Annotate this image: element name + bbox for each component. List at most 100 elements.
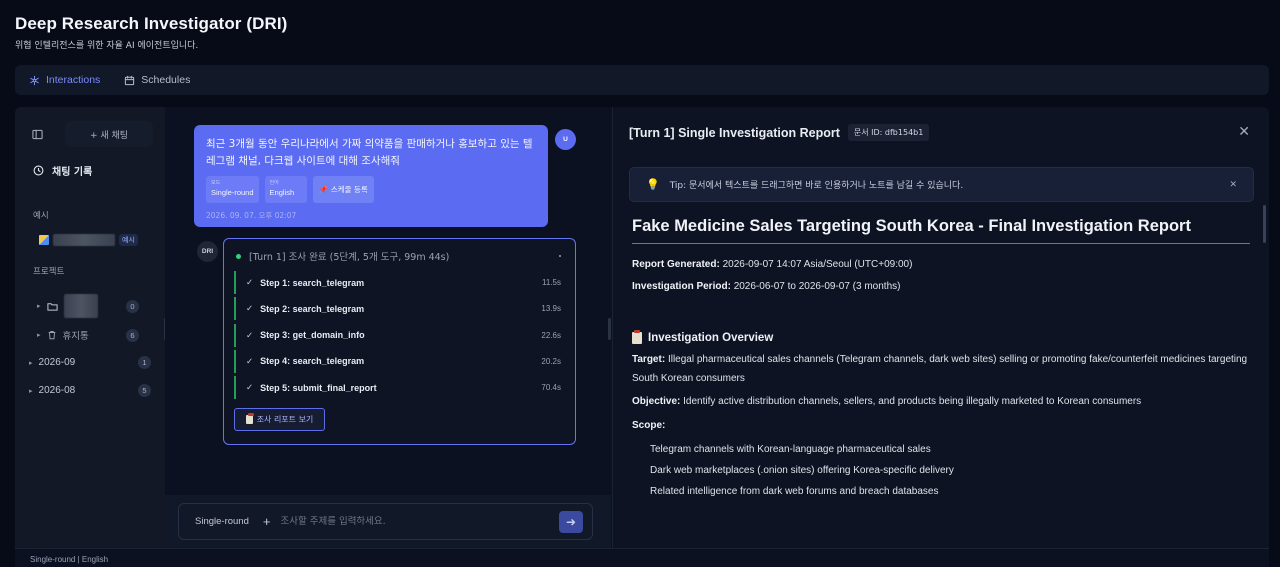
redacted-title — [53, 234, 115, 246]
pane-resize-handle[interactable] — [608, 318, 611, 340]
new-chat-button[interactable]: + 새 채팅 — [65, 121, 153, 147]
collapse-icon[interactable] — [559, 255, 561, 257]
user-avatar: U — [555, 129, 576, 150]
report-title: Fake Medicine Sales Targeting South Kore… — [632, 217, 1250, 244]
sidebar-item-trash[interactable]: ▸ 휴지통 6 — [37, 328, 151, 342]
step-list: ✓ Step 1: search_telegram 11.5s ✓ Step 2… — [234, 271, 565, 400]
sidebar-item-example[interactable]: 예시 — [39, 232, 143, 248]
chip-value: English — [269, 188, 295, 197]
agent-avatar: DRI — [197, 241, 218, 262]
report-body: Fake Medicine Sales Targeting South Kore… — [632, 217, 1250, 502]
sidebar-item-month[interactable]: ▸ 2026-09 1 — [29, 356, 151, 369]
check-icon: ✓ — [246, 303, 254, 314]
tab-schedules[interactable]: Schedules — [124, 74, 190, 86]
step-duration: 22.6s — [541, 330, 561, 340]
main-tabbar: Interactions Schedules — [15, 65, 1269, 95]
sidebar-item-month[interactable]: ▸ 2026-08 5 — [29, 384, 151, 397]
chat-input[interactable] — [280, 516, 559, 527]
step-label: Step 5: submit_final_report — [260, 382, 377, 393]
investigation-period: Investigation Period: 2026-06-07 to 2026… — [632, 281, 1250, 292]
mode-selector[interactable]: Single-round — [195, 516, 249, 527]
report-header-title: [Turn 1] Single Investigation Report — [629, 125, 840, 140]
step-duration: 13.9s — [541, 304, 561, 314]
sidebar: + 새 채팅 채팅 기록 예시 예시 프로젝트 ▸ 0 ▸ 휴지통 6 ▸ 20 — [15, 107, 165, 548]
month-label: 2026-08 — [38, 385, 76, 396]
chat-history-label: 채팅 기록 — [52, 167, 93, 178]
app-header: Deep Research Investigator (DRI) 위협 인텔리전… — [15, 14, 287, 51]
step-item[interactable]: ✓ Step 1: search_telegram 11.5s — [234, 271, 565, 294]
clipboard-icon — [632, 330, 642, 344]
schedule-button-label: 스케줄 등록 — [330, 185, 368, 194]
meta-label: Investigation Period: — [632, 281, 731, 292]
meta-label: Report Generated: — [632, 259, 720, 270]
tab-interactions[interactable]: Interactions — [29, 74, 100, 86]
language-chip: 언어 English — [264, 176, 307, 203]
chevron-right-icon: ▸ — [37, 303, 41, 310]
agent-response-card: [Turn 1] 조사 완료 (5단계, 5개 도구, 99m 44s) ✓ S… — [223, 238, 576, 445]
tab-label: Schedules — [141, 74, 191, 86]
scope-paragraph: Scope: — [632, 417, 1250, 436]
meta-value: 2026-06-07 to 2026-09-07 (3 months) — [733, 281, 901, 292]
document-id-badge: 문서 ID: dfb154b1 — [847, 124, 930, 141]
redacted-project — [63, 294, 98, 318]
step-duration: 20.2s — [541, 356, 561, 366]
overview-heading-text: Investigation Overview — [648, 332, 774, 344]
check-icon: ✓ — [246, 355, 254, 366]
check-icon: ✓ — [246, 382, 254, 393]
tip-text: Tip: 문서에서 텍스트를 드래그하면 바로 인용하거나 노트를 남길 수 있… — [669, 181, 964, 191]
step-item[interactable]: ✓ Step 3: get_domain_info 22.6s — [234, 323, 565, 347]
chevron-right-icon: ▸ — [29, 387, 33, 395]
user-message-bubble: 최근 3개월 동안 우리나라에서 가짜 의약품을 판매하거나 홍보하고 있는 텔… — [194, 125, 548, 227]
close-icon[interactable]: ✕ — [1238, 123, 1250, 140]
agent-summary[interactable]: [Turn 1] 조사 완료 (5단계, 5개 도구, 99m 44s) — [234, 249, 565, 263]
view-report-button[interactable]: 조사 리포트 보기 — [234, 408, 325, 432]
step-label: Step 2: search_telegram — [260, 303, 365, 314]
step-item[interactable]: ✓ Step 2: search_telegram 13.9s — [234, 297, 565, 321]
plus-icon[interactable]: + — [263, 514, 271, 529]
step-item[interactable]: ✓ Step 4: search_telegram 20.2s — [234, 349, 565, 373]
step-item[interactable]: ✓ Step 5: submit_final_report 70.4s — [234, 376, 565, 400]
para-label: Objective: — [632, 396, 681, 407]
para-value: Identify active distribution channels, s… — [683, 396, 1142, 407]
meta-value: 2026-09-07 14:07 Asia/Seoul (UTC+09:00) — [722, 259, 913, 270]
step-label: Step 3: get_domain_info — [260, 330, 365, 341]
status-dot-icon — [236, 253, 241, 259]
project-count: 0 — [126, 299, 139, 313]
sidebar-item-project-folder[interactable]: ▸ 0 — [37, 294, 151, 318]
step-duration: 11.5s — [542, 278, 561, 287]
view-report-label: 조사 리포트 보기 — [256, 415, 314, 425]
overview-heading: Investigation Overview — [632, 330, 1250, 344]
pin-icon: 📌 — [318, 185, 328, 194]
para-value: Illegal pharmaceutical sales channels (T… — [632, 354, 1248, 384]
target-paragraph: Target: Illegal pharmaceutical sales cha… — [632, 351, 1250, 388]
chat-history-button[interactable]: 채팅 기록 — [33, 163, 92, 178]
trash-label: 휴지통 — [62, 331, 89, 342]
chip-value: Single-round — [211, 188, 254, 197]
send-button[interactable]: ➜ — [559, 510, 583, 533]
composer-area: Single-round + ➜ — [165, 495, 611, 548]
agent-summary-text: [Turn 1] 조사 완료 (5단계, 5개 도구, 99m 44s) — [249, 252, 450, 263]
tab-label: Interactions — [46, 74, 101, 86]
tip-close-icon[interactable]: ✕ — [1229, 180, 1237, 190]
report-scrollbar[interactable] — [1263, 205, 1266, 243]
network-icon — [30, 75, 39, 85]
report-pane: [Turn 1] Single Investigation Report 문서 … — [612, 107, 1269, 548]
scope-list: Telegram channels with Korean-language p… — [632, 439, 1250, 502]
lightbulb-icon: 💡 — [646, 178, 660, 191]
list-item: Related intelligence from dark web forum… — [650, 486, 939, 497]
status-bar: Single-round | English — [15, 548, 1269, 567]
month-label: 2026-09 — [38, 357, 76, 368]
schedule-register-button[interactable]: 📌 스케줄 등록 — [312, 176, 374, 203]
list-item: Dark web marketplaces (.onion sites) off… — [650, 465, 954, 476]
report-generated: Report Generated: 2026-09-07 14:07 Asia/… — [632, 259, 1250, 270]
clipboard-icon — [245, 413, 254, 425]
check-icon: ✓ — [246, 329, 254, 340]
sidebar-toggle-icon[interactable] — [25, 122, 49, 146]
chip-key: 언어 — [269, 180, 279, 186]
project-section-label: 프로젝트 — [33, 267, 65, 277]
app-title: Deep Research Investigator (DRI) — [15, 14, 288, 33]
step-label: Step 1: search_telegram — [260, 277, 365, 288]
trash-icon — [48, 331, 55, 340]
chat-pane: 최근 3개월 동안 우리나라에서 가짜 의약품을 판매하거나 홍보하고 있는 텔… — [165, 107, 611, 548]
clock-icon — [33, 165, 44, 176]
